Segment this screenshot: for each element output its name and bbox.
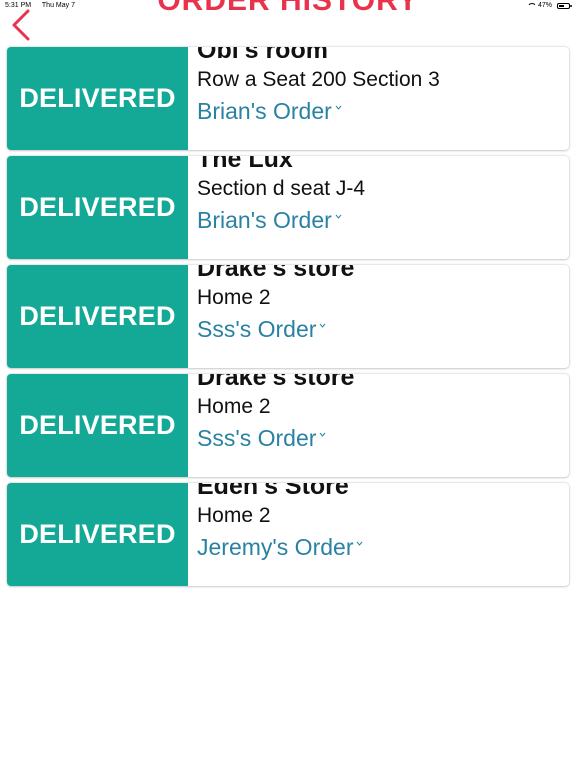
order-list: DELIVERED Obi's room Row a Seat 200 Sect… [7,47,569,592]
status-badge: DELIVERED [7,374,188,477]
chevron-down-icon [320,432,326,437]
order-owner-label: Sss's Order [197,425,317,451]
order-owner-link[interactable]: Sss's Order [197,316,326,343]
order-owner-link[interactable]: Brian's Order [197,98,342,125]
header: ORDER HISTORY [0,0,576,44]
order-card[interactable]: DELIVERED The Lux Section d seat J-4 Bri… [7,156,569,259]
chevron-down-icon [320,323,326,328]
chevron-down-icon [357,541,363,546]
store-name: Obi's room [197,47,328,58]
order-owner-label: Brian's Order [197,207,332,233]
status-badge: DELIVERED [7,47,188,150]
seat-location: Home 2 [197,395,271,418]
order-card[interactable]: DELIVERED Drake's store Home 2 Sss's Ord… [7,374,569,477]
order-card[interactable]: DELIVERED Drake's store Home 2 Sss's Ord… [7,265,569,368]
store-name: Drake's store [197,374,354,385]
seat-location: Row a Seat 200 Section 3 [197,68,440,91]
order-owner-label: Brian's Order [197,98,332,124]
store-name: The Lux [197,156,293,167]
order-owner-link[interactable]: Sss's Order [197,425,326,452]
order-card[interactable]: DELIVERED Obi's room Row a Seat 200 Sect… [7,47,569,150]
seat-location: Section d seat J-4 [197,177,366,200]
chevron-down-icon [335,105,342,110]
chevron-down-icon [335,214,342,219]
order-card[interactable]: DELIVERED Egen's Store Home 2 Jeremy's O… [7,483,569,586]
order-owner-link[interactable]: Brian's Order [197,207,342,234]
store-name: Egen's Store [197,483,349,494]
seat-location: Home 2 [197,504,271,527]
status-badge: DELIVERED [7,483,188,586]
status-badge: DELIVERED [7,265,188,368]
order-owner-label: Jeremy's Order [197,534,354,560]
page-title: ORDER HISTORY [157,0,419,17]
status-badge: DELIVERED [7,156,188,259]
seat-location: Home 2 [197,286,271,309]
order-owner-link[interactable]: Jeremy's Order [197,534,363,561]
store-name: Drake's store [197,265,354,276]
order-owner-label: Sss's Order [197,316,317,342]
